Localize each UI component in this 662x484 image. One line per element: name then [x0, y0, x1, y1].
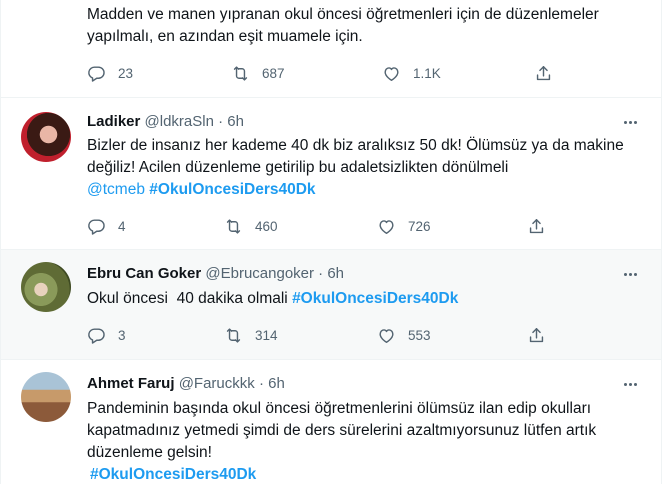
- reply-button[interactable]: 3: [87, 323, 126, 347]
- tweet-time[interactable]: 6h: [227, 113, 244, 130]
- tweet-header: Ladiker @ldkraSln · 6h: [87, 112, 244, 132]
- author-name[interactable]: Ladiker: [87, 113, 140, 130]
- tweet-text: Bizler de insanız her kademe 40 dk biz a…: [87, 137, 624, 176]
- like-icon: [377, 326, 396, 345]
- reply-button[interactable]: 23: [87, 61, 133, 85]
- share-button[interactable]: [534, 61, 553, 85]
- retweet-icon: [224, 217, 243, 236]
- tweet-time[interactable]: 6h: [268, 375, 285, 392]
- like-icon: [377, 217, 396, 236]
- reply-count: 23: [118, 65, 134, 81]
- separator-dot: ·: [318, 265, 324, 282]
- like-button[interactable]: 726: [377, 214, 431, 238]
- tweet-actions: 3 314 553: [87, 323, 557, 347]
- reply-icon: [87, 217, 106, 236]
- retweet-count: 687: [262, 65, 285, 81]
- share-icon: [534, 64, 553, 83]
- retweet-button[interactable]: 460: [224, 214, 278, 238]
- author-handle[interactable]: @Faruckkk: [179, 375, 255, 392]
- like-icon: [382, 64, 401, 83]
- retweet-icon: [224, 326, 243, 345]
- author-name[interactable]: Ebru Can Goker: [87, 265, 201, 282]
- reply-icon: [87, 326, 106, 345]
- hashtag-link[interactable]: #OkulOncesiDers40Dk: [292, 290, 458, 307]
- avatar[interactable]: [21, 262, 71, 312]
- tweet[interactable]: Ladiker @ldkraSln · 6h Bizler de insanız…: [1, 98, 661, 250]
- avatar[interactable]: [21, 372, 71, 422]
- author-handle[interactable]: @Ebrucangoker: [205, 265, 314, 282]
- retweet-button[interactable]: 314: [224, 323, 278, 347]
- tweet-text: Okul öncesi 40 dakika olmali: [87, 290, 288, 307]
- tweet-actions: 23 687 1.1K: [87, 61, 557, 85]
- tweet-text-block: Okul öncesi 40 dakika olmali #OkulOncesi…: [87, 288, 647, 310]
- reply-count: 4: [118, 218, 126, 234]
- tweet-text-block: Pandeminin başında okul öncesi öğretmenl…: [87, 398, 647, 484]
- tweet-text: Madden ve manen yıpranan okul öncesi öğr…: [87, 6, 599, 45]
- separator-dot: ·: [258, 375, 264, 392]
- retweet-count: 460: [255, 218, 278, 234]
- tweet[interactable]: Ebru Can Goker @Ebrucangoker · 6h Okul ö…: [1, 250, 661, 360]
- retweet-icon: [231, 64, 250, 83]
- tweet-text: Pandeminin başında okul öncesi öğretmenl…: [87, 400, 597, 461]
- hashtag-link[interactable]: #OkulOncesiDers40Dk: [90, 466, 256, 483]
- like-count: 553: [408, 327, 431, 343]
- share-button[interactable]: [527, 214, 546, 238]
- tweet-actions: 4 460 726: [87, 214, 557, 238]
- more-icon[interactable]: [619, 112, 641, 132]
- like-button[interactable]: 553: [377, 323, 431, 347]
- reply-count: 3: [118, 327, 126, 343]
- like-count: 1.1K: [413, 65, 441, 81]
- author-name[interactable]: Ahmet Faruj: [87, 375, 175, 392]
- share-icon: [527, 217, 546, 236]
- mention-link[interactable]: @tcmeb: [87, 181, 145, 198]
- retweet-button[interactable]: 687: [231, 61, 285, 85]
- tweet-time[interactable]: 6h: [327, 265, 344, 282]
- tweet[interactable]: Madden ve manen yıpranan okul öncesi öğr…: [1, 0, 661, 98]
- hashtag-link[interactable]: #OkulOncesiDers40Dk: [149, 181, 315, 198]
- tweet-header: Ahmet Faruj @Faruckkk · 6h: [87, 374, 285, 394]
- like-count: 726: [408, 218, 431, 234]
- more-icon[interactable]: [619, 264, 641, 284]
- avatar[interactable]: [21, 112, 71, 162]
- separator-dot: ·: [218, 113, 224, 130]
- share-icon: [527, 326, 546, 345]
- like-button[interactable]: 1.1K: [382, 61, 441, 85]
- retweet-count: 314: [255, 327, 278, 343]
- tweet-header: Ebru Can Goker @Ebrucangoker · 6h: [87, 264, 344, 284]
- tweet[interactable]: Ahmet Faruj @Faruckkk · 6h Pandeminin ba…: [1, 360, 661, 484]
- author-handle[interactable]: @ldkraSln: [145, 113, 214, 130]
- share-button[interactable]: [527, 323, 546, 347]
- reply-icon: [87, 64, 106, 83]
- more-icon[interactable]: [619, 374, 641, 394]
- tweet-feed: Madden ve manen yıpranan okul öncesi öğr…: [0, 0, 662, 484]
- reply-button[interactable]: 4: [87, 214, 126, 238]
- tweet-text-block: Bizler de insanız her kademe 40 dk biz a…: [87, 135, 647, 201]
